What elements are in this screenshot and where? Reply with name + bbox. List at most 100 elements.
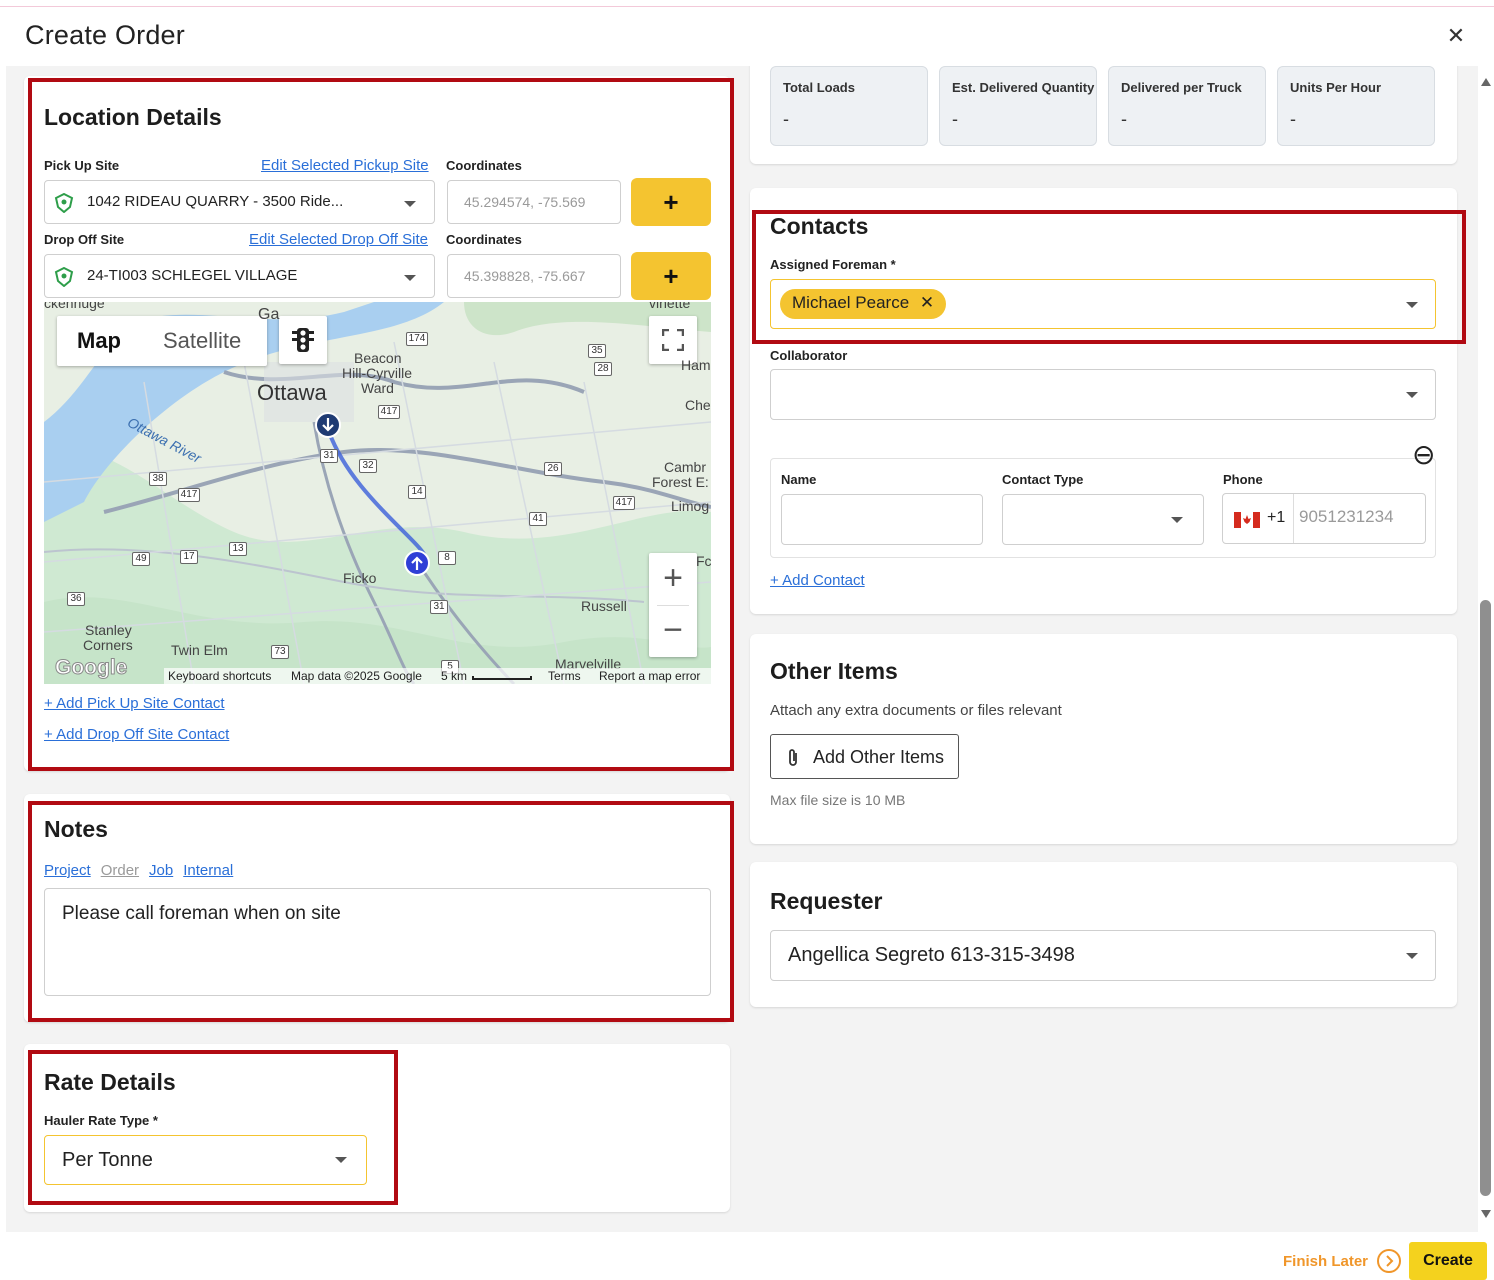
- assigned-foreman-select[interactable]: Michael Pearce ✕: [770, 279, 1436, 329]
- highway-shield: 174: [406, 332, 428, 346]
- dropoff-marker[interactable]: [315, 412, 341, 438]
- edit-pickup-site-link[interactable]: Edit Selected Pickup Site: [261, 157, 429, 174]
- notes-tab-job[interactable]: Job: [149, 862, 173, 879]
- zoom-in-button[interactable]: +: [649, 555, 697, 603]
- notes-card: Notes Project Order Job Internal Please …: [24, 794, 730, 1022]
- rate-details-card: Rate Details Hauler Rate Type * Per Tonn…: [24, 1044, 730, 1212]
- highway-shield: 32: [359, 459, 377, 473]
- contact-row: Name Contact Type Phone +1 9051231234: [770, 458, 1436, 558]
- contacts-title: Contacts: [770, 213, 869, 239]
- dialog-content[interactable]: Location Details Pick Up Site Edit Selec…: [6, 66, 1478, 1232]
- scroll-down-arrow[interactable]: [1481, 1210, 1491, 1218]
- add-dropoff-button[interactable]: +: [631, 252, 711, 300]
- map-tab-satellite[interactable]: Satellite: [163, 328, 241, 354]
- contact-type-select[interactable]: [1002, 494, 1204, 545]
- highway-shield: 36: [67, 592, 85, 606]
- other-items-description: Attach any extra documents or files rele…: [770, 702, 1062, 719]
- notes-tab-project[interactable]: Project: [44, 862, 91, 879]
- contact-name-label: Name: [781, 472, 817, 487]
- dropoff-site-label: Drop Off Site: [44, 232, 125, 247]
- map-keyboard-shortcuts[interactable]: Keyboard shortcuts: [168, 669, 271, 683]
- highway-shield: 14: [408, 485, 426, 499]
- map-label-russell: Russell: [581, 598, 627, 614]
- notes-tab-order[interactable]: Order: [101, 862, 139, 879]
- max-file-size-note: Max file size is 10 MB: [770, 792, 906, 808]
- other-items-title: Other Items: [770, 658, 898, 684]
- chevron-down-icon: [404, 201, 416, 207]
- collaborator-label: Collaborator: [770, 348, 848, 363]
- map-label-ficko: Ficko: [343, 570, 377, 586]
- contact-name-input[interactable]: [781, 494, 983, 545]
- map-label-beacon: Beacon: [354, 350, 402, 366]
- finish-later-button[interactable]: Finish Later: [1283, 1248, 1402, 1274]
- arrow-down-icon: [322, 418, 334, 432]
- order-stats-card: Total Loads - Est. Delivered Quantity - …: [750, 66, 1457, 164]
- map-label-hill-cyrville: Hill-Cyrville: [342, 365, 412, 381]
- hauler-rate-type-value: Per Tonne: [62, 1149, 153, 1171]
- traffic-light-icon: [292, 328, 314, 352]
- map-label-fc: Fc: [696, 553, 711, 569]
- pickup-marker[interactable]: [404, 550, 430, 576]
- hauler-rate-type-select[interactable]: Per Tonne: [44, 1135, 367, 1185]
- notes-textarea[interactable]: Please call foreman when on site: [44, 888, 711, 996]
- highway-shield: 417: [613, 496, 635, 510]
- map-label-cambr: Cambr: [664, 459, 707, 475]
- pickup-coordinates-input[interactable]: 45.294574, -75.569: [447, 180, 621, 224]
- map-label-che: Che: [685, 397, 711, 413]
- chevron-down-icon: [335, 1157, 347, 1163]
- phone-placeholder: 9051231234: [1299, 507, 1394, 526]
- map-label-ham: Ham: [681, 357, 711, 373]
- map-terms-link[interactable]: Terms: [548, 669, 581, 683]
- dropoff-site-select[interactable]: 24-TI003 SCHLEGEL VILLAGE: [44, 254, 435, 298]
- remove-contact-icon[interactable]: ⊖: [1412, 441, 1435, 469]
- stat-est-delivered-quantity: Est. Delivered Quantity -: [939, 66, 1097, 146]
- map-scale-bar: [472, 676, 532, 680]
- add-pickup-site-contact-link[interactable]: + Add Pick Up Site Contact: [44, 695, 225, 712]
- finish-later-label: Finish Later: [1283, 1252, 1369, 1270]
- map-label-limog: Limog: [671, 498, 710, 514]
- highway-shield: 28: [594, 362, 612, 376]
- highway-shield: 49: [132, 552, 150, 566]
- close-icon[interactable]: ✕: [1442, 22, 1470, 50]
- add-contact-link[interactable]: + Add Contact: [770, 572, 865, 589]
- zoom-control: + −: [649, 553, 697, 657]
- map-report-error-link[interactable]: Report a map error: [599, 669, 700, 683]
- create-button[interactable]: Create: [1409, 1242, 1487, 1280]
- pickup-coordinates-value: 45.294574, -75.569: [464, 194, 586, 210]
- notes-title: Notes: [44, 816, 108, 842]
- zoom-out-button[interactable]: −: [649, 607, 697, 655]
- notes-tabs: Project Order Job Internal: [44, 862, 233, 879]
- add-pickup-button[interactable]: +: [631, 178, 711, 226]
- scroll-thumb[interactable]: [1480, 600, 1491, 1196]
- add-other-items-button[interactable]: Add Other Items: [770, 734, 959, 779]
- stat-title: Units Per Hour: [1290, 80, 1382, 95]
- route-map[interactable]: Map Satellite + − Ottawa Beacon Hill-Cyr…: [44, 302, 711, 684]
- stat-total-loads: Total Loads -: [770, 66, 928, 146]
- remove-chip-icon[interactable]: ✕: [920, 293, 934, 312]
- phone-divider: [1293, 494, 1294, 543]
- dialog-title: Create Order: [25, 20, 185, 50]
- vertical-scrollbar[interactable]: [1480, 70, 1492, 1225]
- notes-tab-internal[interactable]: Internal: [183, 862, 233, 879]
- scroll-up-arrow[interactable]: [1481, 78, 1491, 86]
- stat-delivered-per-truck: Delivered per Truck -: [1108, 66, 1266, 146]
- requester-select[interactable]: Angellica Segreto 613-315-3498: [770, 930, 1436, 981]
- contact-phone-input[interactable]: +1 9051231234: [1222, 493, 1426, 544]
- add-dropoff-site-contact-link[interactable]: + Add Drop Off Site Contact: [44, 726, 229, 743]
- dropoff-coordinates-input[interactable]: 45.398828, -75.667: [447, 254, 621, 298]
- google-logo: Google: [54, 656, 128, 680]
- traffic-layer-button[interactable]: [279, 316, 327, 364]
- map-label-vinette: vinette: [649, 302, 691, 311]
- edit-dropoff-site-link[interactable]: Edit Selected Drop Off Site: [249, 231, 428, 248]
- collaborator-select[interactable]: [770, 369, 1436, 420]
- location-pin-icon: [54, 193, 74, 213]
- map-label-kenridge: ckenriuge: [44, 302, 105, 311]
- rate-details-title: Rate Details: [44, 1069, 176, 1095]
- pickup-site-select[interactable]: 1042 RIDEAU QUARRY - 3500 Ride...: [44, 180, 435, 224]
- map-tab-map[interactable]: Map: [77, 328, 121, 354]
- canada-flag-icon[interactable]: [1234, 512, 1260, 528]
- pickup-site-label: Pick Up Site: [44, 158, 120, 173]
- map-type-control: Map Satellite: [57, 316, 267, 366]
- stat-title: Est. Delivered Quantity: [952, 80, 1095, 95]
- fullscreen-icon: [662, 329, 684, 351]
